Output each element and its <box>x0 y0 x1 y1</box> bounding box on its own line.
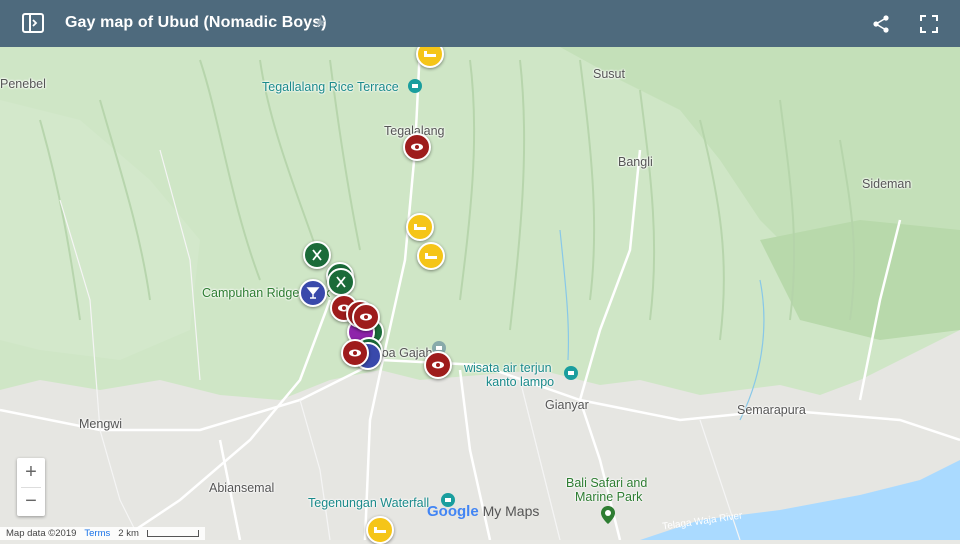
place-wisata-line1[interactable]: wisata air terjun <box>464 361 552 375</box>
star-icon[interactable]: ★ <box>314 14 327 31</box>
food-pin[interactable] <box>303 241 331 269</box>
scale-bar <box>146 530 199 537</box>
eye-icon <box>432 361 444 369</box>
map-header: Gay map of Ubud (Nomadic Boys) ★ <box>0 0 960 47</box>
cocktail-icon <box>306 287 320 299</box>
terms-link[interactable]: Terms <box>84 527 110 540</box>
my-maps-label: My Maps <box>482 503 540 519</box>
place-susut: Susut <box>593 67 625 81</box>
place-bali-safari-line1[interactable]: Bali Safari and <box>566 476 647 490</box>
food-pin[interactable] <box>327 268 355 296</box>
sight-pin[interactable] <box>424 351 452 379</box>
place-mengwi: Mengwi <box>79 417 123 431</box>
map-title: Gay map of Ubud (Nomadic Boys) <box>65 14 327 31</box>
place-tegallalang-rice-terrace[interactable]: Tegallalang Rice Terrace <box>262 80 399 94</box>
bed-icon <box>424 51 436 57</box>
place-tegenungan-waterfall[interactable]: Tegenungan Waterfall <box>308 496 429 510</box>
place-semarapura: Semarapura <box>737 403 806 417</box>
map-canvas[interactable] <box>0 0 960 540</box>
place-abiansemal: Abiansemal <box>209 481 275 495</box>
place-gianyar: Gianyar <box>545 398 589 412</box>
hotel-pin[interactable] <box>406 213 434 241</box>
sight-pin[interactable] <box>403 133 431 161</box>
park-pin-icon <box>601 506 615 524</box>
poi-icon <box>408 79 422 93</box>
bed-icon <box>414 224 426 230</box>
bed-icon <box>425 253 437 259</box>
place-wisata-line2[interactable]: kanto lampo <box>486 375 554 389</box>
eye-icon <box>360 313 372 321</box>
sight-pin[interactable] <box>341 339 369 367</box>
place-bali-safari-line2[interactable]: Marine Park <box>575 490 642 504</box>
legend-toggle-icon[interactable] <box>22 12 44 34</box>
google-my-maps-brand: Google My Maps <box>427 503 539 520</box>
place-sideman: Sideman <box>862 177 912 191</box>
hotel-pin[interactable] <box>417 242 445 270</box>
zoom-out-button[interactable]: − <box>17 487 45 516</box>
fork-knife-icon <box>336 276 346 288</box>
scale-label: 2 km <box>118 528 139 539</box>
bed-icon <box>374 527 386 533</box>
google-logo: Google <box>427 503 479 520</box>
fork-knife-icon <box>312 249 322 261</box>
zoom-divider <box>21 487 41 488</box>
eye-icon <box>411 143 423 151</box>
sight-pin[interactable] <box>352 303 380 331</box>
place-penebel: Penebel <box>0 77 46 91</box>
bar-pin[interactable] <box>299 279 327 307</box>
fullscreen-icon[interactable] <box>918 13 940 35</box>
poi-icon <box>564 366 578 380</box>
zoom-control: + − <box>17 458 45 516</box>
map-data-text: Map data ©2019 <box>6 528 77 539</box>
place-bangli: Bangli <box>618 155 653 169</box>
map-footer: Map data ©2019 Terms 2 km <box>0 527 205 540</box>
zoom-in-button[interactable]: + <box>17 458 45 487</box>
share-icon[interactable] <box>870 13 892 35</box>
eye-icon <box>349 349 361 357</box>
